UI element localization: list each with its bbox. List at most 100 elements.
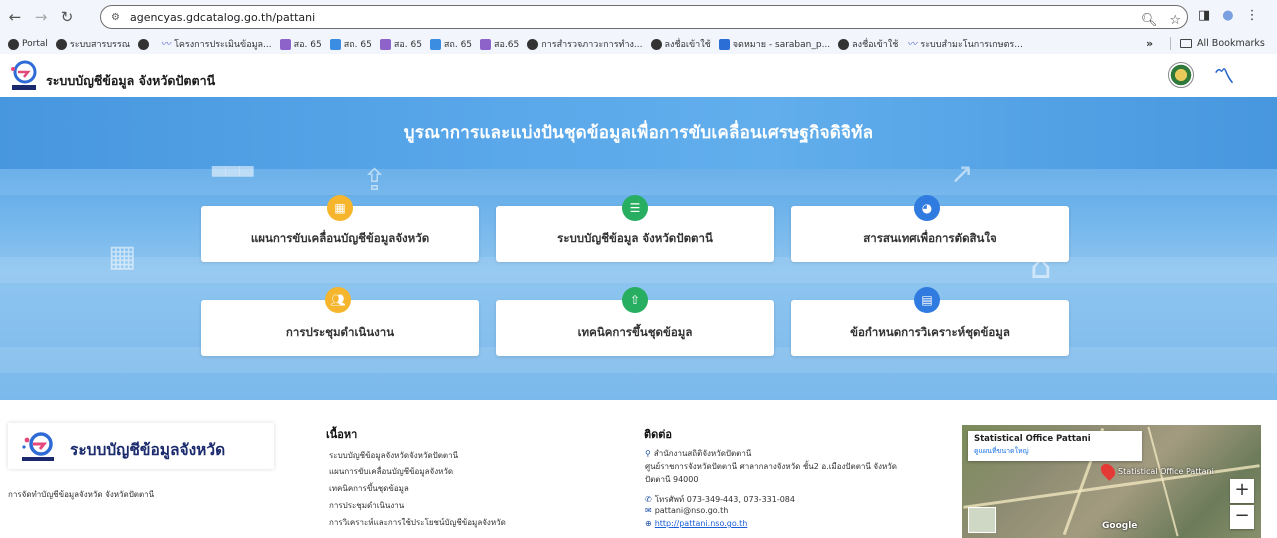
email-icon: ✉ (645, 506, 652, 515)
side-panel-icon[interactable]: ◨ (1198, 8, 1210, 23)
list-icon: ☰ (622, 195, 648, 221)
bookmark-item[interactable] (138, 38, 152, 50)
menu-dots-icon[interactable]: ⋮ (1246, 8, 1259, 23)
google-brand: Google (1102, 521, 1138, 531)
google-map[interactable]: Statistical Office Pattani ดูแผนที่ขนาดใ… (962, 425, 1261, 538)
contact-email[interactable]: ✉ pattani@nso.go.th (645, 506, 728, 515)
card-label: การประชุมดำเนินงาน (285, 325, 395, 339)
site-footer: ระบบบัญชีข้อมูลจังหวัด การจัดทำบัญชีข้อม… (0, 400, 1277, 538)
globe-icon (838, 38, 850, 50)
card-label: สารสนเทศเพื่อการตัดสินใจ (863, 231, 997, 245)
form-icon (279, 38, 291, 50)
form-icon (329, 38, 341, 50)
file-upload-icon: ⇧ (622, 287, 648, 313)
card-label: ข้อกำหนดการวิเคราะห์ชุดข้อมูล (850, 325, 1010, 339)
bookmark-item[interactable]: จดหมาย - saraban_p... (718, 37, 830, 51)
contact-office: ⚲ สำนักงานสถิติจังหวัดปัตตานี (645, 449, 752, 458)
footer-link[interactable]: การวิเคราะห์และการใช้ประโยชน์บัญชีข้อมูล… (329, 516, 506, 529)
contact-address: ปัตตานี 94000 (645, 475, 699, 484)
card-label: ระบบบัญชีข้อมูล จังหวัดปัตตานี (557, 231, 713, 245)
form-icon (480, 38, 492, 50)
users-icon: 👥︎ (325, 287, 351, 313)
map-marker-icon[interactable] (1098, 461, 1118, 481)
globe-icon: ⊕ (645, 519, 652, 528)
bookmark-item[interactable]: 〰โครงการประเมินข้อมูล... (160, 37, 272, 51)
bookmark-item[interactable]: สถ. 65 (329, 37, 372, 51)
map-layer-toggle[interactable] (968, 507, 996, 533)
content-heading: เนื้อหา (326, 428, 358, 441)
logo-icon: 〰 (906, 38, 917, 50)
site-title[interactable]: ระบบบัญชีข้อมูล จังหวัดปัตตานี (46, 71, 215, 91)
footer-logo[interactable]: ระบบบัญชีข้อมูลจังหวัด (8, 423, 274, 469)
contact-address: ศูนย์ราชการจังหวัดปัตตานี ศาลากลางจังหวั… (645, 462, 897, 471)
back-arrow-icon[interactable]: ← (4, 6, 26, 28)
bookmark-item[interactable]: การสำรวจภาวะการทำง... (527, 37, 643, 51)
url-text[interactable]: agencyas.gdcatalog.go.th/pattani (130, 11, 315, 24)
site-header: ระบบบัญชีข้อมูล จังหวัดปัตตานี 〽 (0, 54, 1277, 98)
footer-description: การจัดทำบัญชีข้อมูลจังหวัด จังหวัดปัตตาน… (8, 490, 155, 499)
hierarchy-icon: ▀▀▀ (212, 167, 254, 188)
bookmark-item[interactable]: สอ. 65 (379, 37, 422, 51)
hero-band (0, 169, 1277, 195)
bookmark-item[interactable]: Portal (8, 38, 48, 50)
contact-website[interactable]: ⊕ http://pattani.nso.go.th (645, 519, 747, 528)
contact-phone: ✆ โทรศัพท์ 073-349-443, 073-331-084 (645, 495, 795, 504)
reload-icon[interactable]: ↻ (56, 6, 78, 28)
upload-icon: ⇪ (362, 163, 388, 198)
map-zoom-in-button[interactable]: + (1230, 479, 1254, 503)
profile-icon[interactable]: ● (1222, 8, 1233, 23)
globe-icon (55, 38, 67, 50)
footer-logo-text: ระบบบัญชีข้อมูลจังหวัด (70, 441, 226, 459)
bookmark-item[interactable]: สถ. 65 (429, 37, 472, 51)
government-seal-icon (1168, 62, 1194, 88)
footer-link[interactable]: แผนการขับเคลื่อนบัญชีข้อมูลจังหวัด (329, 465, 453, 478)
bookmarks-divider (1170, 37, 1171, 50)
site-logo-icon[interactable] (8, 59, 38, 91)
browser-toolbar: ← → ↻ ⚙ agencyas.gdcatalog.go.th/pattani… (0, 0, 1277, 34)
globe-icon (138, 38, 150, 50)
form-icon (379, 38, 391, 50)
location-pin-icon: ⚲ (645, 449, 651, 458)
outlook-icon (718, 38, 730, 50)
calendar-icon: ▦ (327, 195, 353, 221)
globe-icon (650, 38, 662, 50)
bookmark-item[interactable]: สอ.65 (480, 37, 519, 51)
globe-icon (8, 38, 19, 50)
card-label: เทคนิคการขึ้นชุดข้อมูล (577, 325, 693, 339)
nso-logo-icon: 〽 (1214, 64, 1234, 88)
footer-link[interactable]: ระบบบัญชีข้อมูลจังหวัดจังหวัดปัตตานี (329, 449, 458, 462)
forward-arrow-icon[interactable]: → (30, 6, 52, 28)
card-label: แผนการขับเคลื่อนบัญชีข้อมูลจังหวัด (250, 231, 430, 245)
map-place-card: Statistical Office Pattani ดูแผนที่ขนาดใ… (968, 431, 1142, 461)
footer-link[interactable]: การประชุมดำเนินงาน (329, 499, 404, 512)
contact-heading: ติดต่อ (644, 428, 673, 441)
hero-title: บูรณาการและแบ่งปันชุดข้อมูลเพื่อการขับเค… (403, 123, 874, 143)
more-bookmarks-button[interactable]: » (1146, 37, 1153, 50)
globe-icon (527, 38, 539, 50)
map-marker-label: Statistical Office Pattani (1118, 467, 1214, 476)
chart-arrow-icon: ↗ (950, 157, 974, 190)
catalog-logo-icon (22, 432, 54, 461)
footer-link[interactable]: เทคนิคการขึ้นชุดข้อมูล (329, 482, 409, 495)
map-place-name: Statistical Office Pattani (974, 434, 1091, 444)
bookmark-item[interactable]: 〰ระบบสำมะโนการเกษตร... (906, 37, 1023, 51)
map-zoom-out-button[interactable]: − (1230, 505, 1254, 529)
site-info-icon[interactable]: ⚙ (111, 12, 120, 23)
logo-icon: 〰 (160, 38, 171, 50)
bookmark-item[interactable]: ลงชื่อเข้าใช้ (650, 37, 711, 51)
map-larger-link[interactable]: ดูแผนที่ขนาดใหญ่ (974, 446, 1136, 457)
document-icon: ▤ (914, 287, 940, 313)
hero-section: บูรณาการและแบ่งปันชุดข้อมูลเพื่อการขับเค… (0, 97, 1277, 400)
bookmark-item[interactable]: ระบบสารบรรณ (55, 37, 130, 51)
bookmark-item[interactable]: สอ. 65 (279, 37, 322, 51)
calendar-deco-icon: ▦ (108, 239, 137, 274)
folder-icon (1180, 39, 1192, 48)
bookmark-item[interactable]: ลงชื่อเข้าใช้ (838, 37, 898, 51)
address-bar[interactable]: ⚙ agencyas.gdcatalog.go.th/pattani 🔍︎ ☆ (100, 5, 1188, 29)
star-icon[interactable]: ☆ (1169, 13, 1181, 28)
bookmarks-bar: Portal ระบบสารบรรณ 〰โครงการประเมินข้อมูล… (0, 34, 1277, 54)
all-bookmarks-button[interactable]: All Bookmarks (1180, 38, 1265, 49)
phone-icon: ✆ (645, 495, 652, 504)
zoom-icon[interactable]: 🔍︎ (1141, 13, 1158, 28)
form-icon (429, 38, 441, 50)
